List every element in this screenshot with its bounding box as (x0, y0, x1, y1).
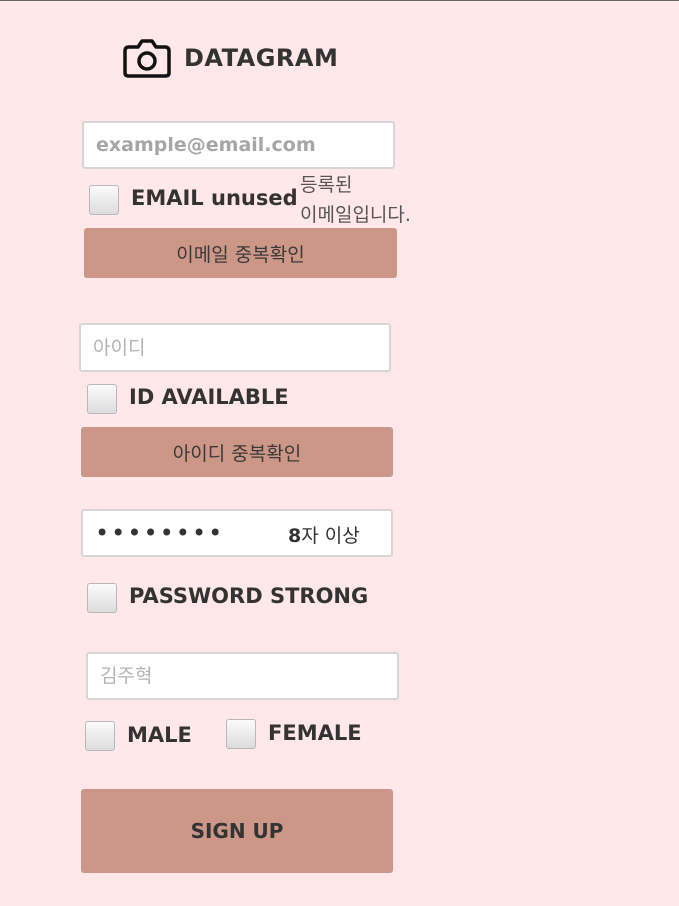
password-strong-label: PASSWORD STRONG (129, 584, 369, 608)
email-input[interactable] (82, 121, 395, 169)
id-check-button[interactable]: 아이디 중복확인 (81, 427, 393, 477)
email-status-message: 등록된 이메일입니다. (300, 170, 450, 230)
email-unused-checkbox[interactable] (89, 185, 119, 215)
email-unused-label: EMAIL unused (131, 186, 298, 210)
top-border (0, 0, 679, 1)
password-length-hint: 8자 이상 (288, 521, 360, 548)
camera-icon (123, 38, 171, 78)
sign-up-button[interactable]: SIGN UP (81, 789, 393, 873)
female-label: FEMALE (268, 721, 362, 745)
email-status-line1: 등록된 (300, 174, 353, 196)
id-input[interactable] (79, 323, 391, 372)
password-hint-text: 자 이상 (301, 525, 360, 547)
app-title: DATAGRAM (184, 44, 339, 72)
password-strong-checkbox[interactable] (87, 583, 117, 613)
name-input[interactable] (86, 652, 399, 700)
password-hint-number: 8 (288, 525, 302, 547)
email-status-line2: 이메일입니다. (300, 204, 411, 226)
male-checkbox[interactable] (85, 721, 115, 751)
id-available-checkbox[interactable] (87, 384, 117, 414)
email-check-button[interactable]: 이메일 중복확인 (84, 228, 397, 278)
female-checkbox[interactable] (226, 719, 256, 749)
male-label: MALE (127, 723, 192, 747)
id-available-label: ID AVAILABLE (129, 385, 289, 409)
